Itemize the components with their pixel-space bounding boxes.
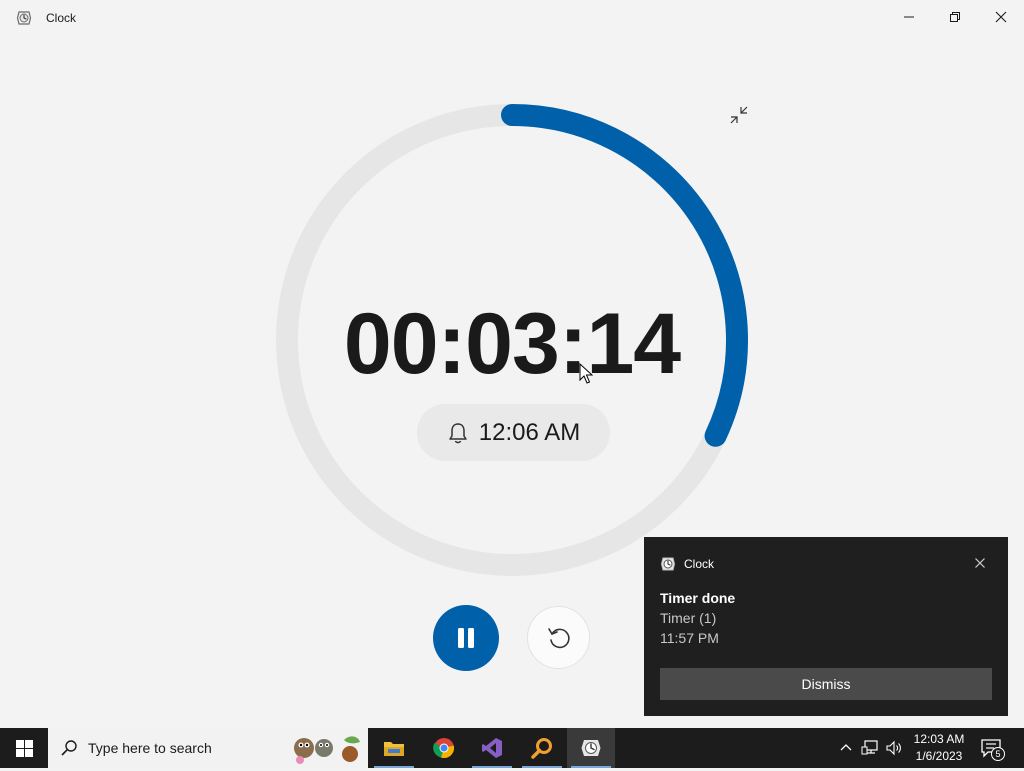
pause-icon <box>458 628 474 648</box>
mouse-cursor-icon <box>579 362 594 385</box>
reset-icon <box>547 627 570 648</box>
search-icon <box>60 739 78 757</box>
toast-app-name: Clock <box>684 557 715 571</box>
search-highlight-illustration <box>292 730 364 766</box>
taskbar-visual-studio[interactable] <box>468 728 516 768</box>
visual-studio-icon <box>482 738 502 758</box>
taskbar: Type here to search 12:03 AM 1/6/2023 5 <box>0 728 1024 768</box>
file-explorer-icon <box>384 742 404 756</box>
taskbar-file-explorer[interactable] <box>370 728 418 768</box>
search-placeholder: Type here to search <box>88 740 212 756</box>
notification-count-badge: 5 <box>991 747 1005 761</box>
taskbar-time[interactable]: 12:03 AM <box>906 732 972 746</box>
window-title: Clock <box>46 11 77 25</box>
network-icon <box>861 740 878 755</box>
taskbar-search-tool[interactable] <box>518 728 566 768</box>
chrome-icon <box>433 738 455 758</box>
chevron-up-icon <box>840 744 852 751</box>
toast-close-button[interactable] <box>972 555 988 571</box>
toast-timer-name: Timer (1) <box>660 610 717 626</box>
taskbar-clock[interactable] <box>567 728 615 768</box>
volume-icon <box>886 740 901 756</box>
taskbar-chrome[interactable] <box>420 728 468 768</box>
volume-button[interactable] <box>885 739 903 757</box>
dismiss-button[interactable]: Dismiss <box>660 668 992 700</box>
clock-app-icon <box>16 10 32 26</box>
close-icon <box>995 11 1007 23</box>
network-button[interactable] <box>861 739 879 757</box>
restore-button[interactable] <box>932 0 978 34</box>
search-tool-icon <box>531 738 552 759</box>
timer-remaining-time: 00:03:14 <box>343 296 681 392</box>
alarm-time-pill: 12:06 AM <box>417 404 610 461</box>
clock-app-icon <box>660 556 676 572</box>
restore-icon <box>950 12 960 22</box>
pause-button[interactable] <box>433 605 499 671</box>
windows-logo-icon <box>15 739 33 757</box>
show-hidden-icons-button[interactable] <box>838 740 854 756</box>
reset-button[interactable] <box>527 606 590 669</box>
minimize-icon <box>904 16 914 18</box>
clock-app-icon <box>581 740 601 756</box>
close-icon <box>975 558 985 568</box>
taskbar-search-box[interactable]: Type here to search <box>48 728 368 768</box>
toast-title: Timer done <box>660 590 736 606</box>
close-button[interactable] <box>978 0 1024 34</box>
title-bar: Clock <box>0 0 1024 36</box>
alarm-time: 12:06 AM <box>478 418 581 446</box>
taskbar-date[interactable]: 1/6/2023 <box>906 749 972 763</box>
start-button[interactable] <box>0 728 48 768</box>
toast-timer-time: 11:57 PM <box>660 630 719 646</box>
timer-done-toast: Clock Timer done Timer (1) 11:57 PM Dism… <box>644 537 1008 716</box>
bell-icon <box>449 422 467 443</box>
minimize-button[interactable] <box>886 0 932 34</box>
